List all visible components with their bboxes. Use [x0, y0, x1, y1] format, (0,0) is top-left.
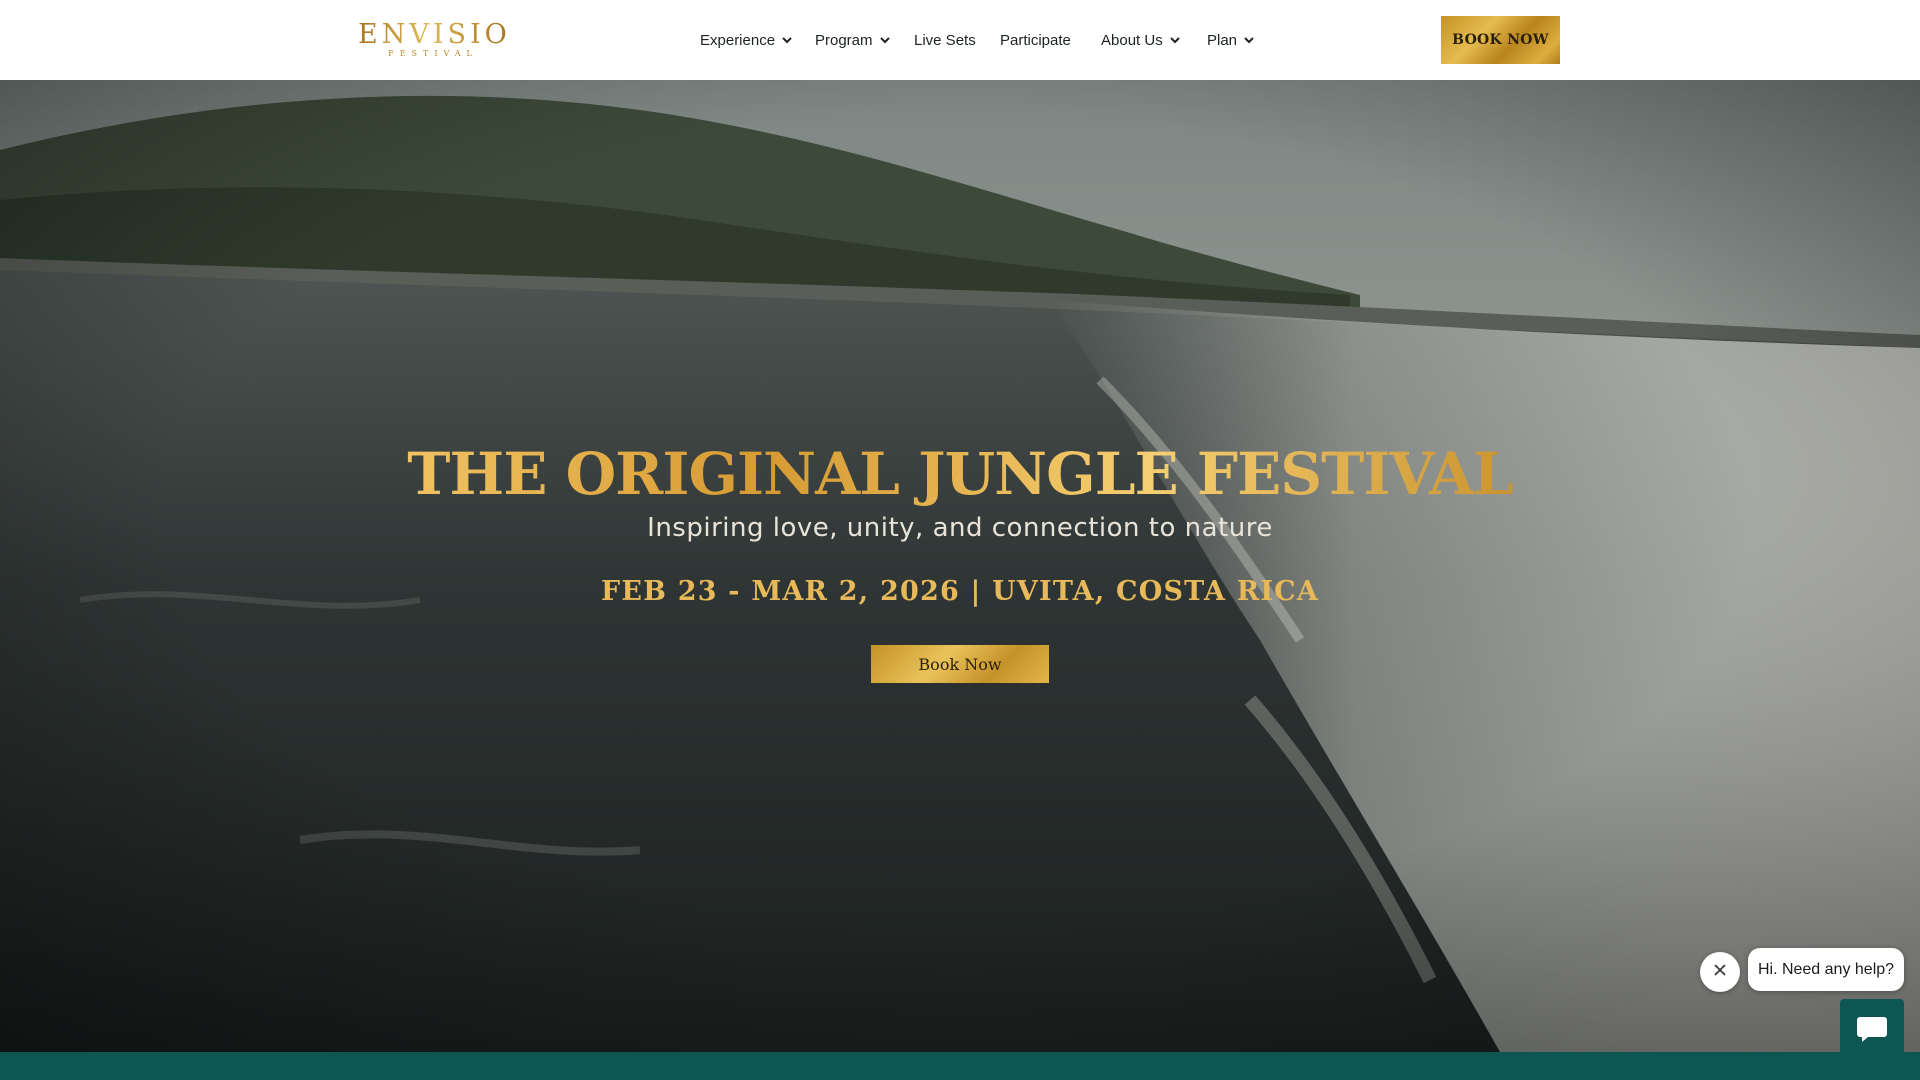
chat-greeting-bubble[interactable]: Hi. Need any help? — [1748, 948, 1904, 991]
nav-item-plan[interactable]: Plan — [1207, 0, 1256, 80]
hero-subtitle: Inspiring love, unity, and connection to… — [647, 513, 1273, 543]
chat-close-button[interactable] — [1700, 952, 1740, 992]
hero-dates-location: FEB 23 - MAR 2, 2026 | UVITA, COSTA RICA — [600, 576, 1320, 607]
site-header: ENVISION FESTIVAL Experience Program Liv… — [0, 0, 1920, 80]
hero-title: THE ORIGINAL JUNGLE FESTIVAL — [0, 434, 1920, 514]
chat-launcher-button[interactable] — [1840, 999, 1904, 1063]
nav-item-experience[interactable]: Experience — [700, 0, 794, 80]
chat-icon — [1856, 1015, 1888, 1048]
book-now-header-button[interactable]: BOOK NOW — [1441, 16, 1560, 64]
nav-item-label: Participate — [1000, 31, 1071, 49]
section-divider-band — [0, 1052, 1920, 1080]
nav-item-label: Live Sets — [914, 31, 976, 49]
chevron-down-icon — [1242, 33, 1256, 47]
main-nav: Experience Program Live Sets Participate… — [0, 0, 1920, 80]
hero-background-image — [0, 80, 1920, 1052]
hero-section: THE ORIGINAL JUNGLE FESTIVAL Inspiring l… — [0, 80, 1920, 1052]
close-icon — [1713, 963, 1727, 982]
nav-item-about-us[interactable]: About Us — [1101, 0, 1182, 80]
nav-item-label: Program — [815, 31, 873, 49]
chevron-down-icon — [878, 33, 892, 47]
book-now-hero-button[interactable]: Book Now — [871, 645, 1049, 683]
chevron-down-icon — [1168, 33, 1182, 47]
nav-item-participate[interactable]: Participate — [1000, 0, 1071, 80]
nav-item-label: About Us — [1101, 31, 1163, 49]
nav-item-live-sets[interactable]: Live Sets — [914, 0, 976, 80]
nav-item-label: Experience — [700, 31, 776, 49]
nav-item-program[interactable]: Program — [815, 0, 892, 80]
nav-item-label: Plan — [1207, 31, 1238, 49]
chevron-down-icon — [780, 33, 794, 47]
